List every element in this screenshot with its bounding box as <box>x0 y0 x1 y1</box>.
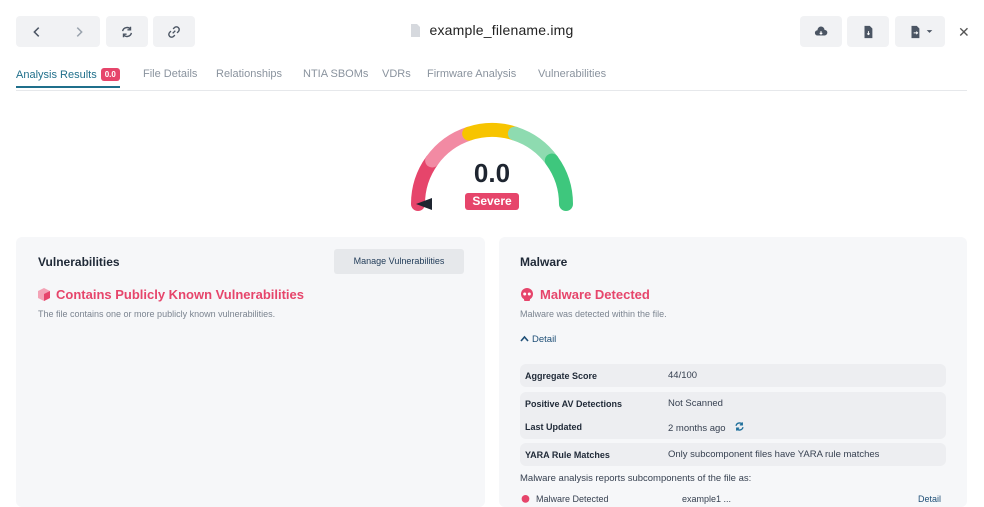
caret-down-icon <box>926 30 932 33</box>
manage-vulnerabilities-button[interactable]: Manage Vulnerabilities <box>334 249 464 274</box>
vulnerabilities-alert-title: Contains Publicly Known Vulnerabilities <box>56 287 304 302</box>
close-icon[interactable]: ✕ <box>958 24 970 41</box>
severity-label: Severe <box>465 193 519 210</box>
tab-vdrs[interactable]: VDRs <box>382 68 411 80</box>
cloud-download-icon <box>814 26 828 35</box>
refresh-icon[interactable] <box>734 421 745 432</box>
more-options-dropdown[interactable] <box>895 16 945 47</box>
last-updated-value: 2 months ago <box>668 421 745 434</box>
cube-icon <box>38 288 50 301</box>
malware-alert-title: Malware Detected <box>540 287 650 302</box>
detail-label: Detail <box>532 334 557 345</box>
file-export-icon <box>911 25 919 38</box>
file-icon <box>411 23 421 37</box>
malware-alert: Malware Detected <box>520 287 650 302</box>
tab-relationships[interactable]: Relationships <box>216 68 282 80</box>
aggregate-score-label: Aggregate Score <box>525 371 598 381</box>
tab-firmware-analysis[interactable]: Firmware Analysis <box>427 68 516 80</box>
vulnerabilities-card <box>16 237 485 507</box>
file-name: example_filename.img <box>429 22 574 38</box>
score-badge: 0.0 <box>100 68 120 81</box>
av-detections-label: Positive AV Detections <box>525 399 623 409</box>
last-updated-text: 2 months ago <box>668 423 726 434</box>
subcomponent-detail-link[interactable]: Detail <box>918 494 941 504</box>
tab-ntia-sboms[interactable]: NTIA SBOMs <box>303 68 368 80</box>
subcomponent-row: Malware Detected example1 ... Detail <box>520 493 946 504</box>
vulnerabilities-alert-desc: The file contains one or more publicly k… <box>38 309 276 319</box>
gauge-score: 0.0 <box>473 158 511 188</box>
cloud-download-button[interactable] <box>800 16 842 47</box>
av-detections-value: Not Scanned <box>668 398 723 409</box>
subcomponents-note: Malware analysis reports subcomponents o… <box>520 473 752 484</box>
file-download-icon <box>864 25 873 38</box>
subcomponent-status: Malware Detected <box>536 494 609 504</box>
vulnerabilities-title: Vulnerabilities <box>38 255 120 269</box>
yara-matches-row: YARA Rule Matches Only subcomponent file… <box>520 443 946 466</box>
malware-alert-desc: Malware was detected within the file. <box>520 309 667 319</box>
aggregate-score-value: 44/100 <box>668 370 698 381</box>
vulnerabilities-alert: Contains Publicly Known Vulnerabilities <box>38 287 304 302</box>
chevron-up-icon <box>520 335 529 342</box>
yara-matches-label: YARA Rule Matches <box>525 450 610 460</box>
yara-matches-value: Only subcomponent files have YARA rule m… <box>668 449 880 460</box>
subcomponent-file[interactable]: example1 ... <box>682 494 731 504</box>
tab-label: Analysis Results <box>16 69 97 81</box>
av-detections-row: Positive AV Detections Not Scanned Last … <box>520 392 946 439</box>
detail-toggle[interactable]: Detail <box>520 334 556 345</box>
tab-analysis-results[interactable]: Analysis Results 0.0 <box>16 68 120 88</box>
tab-vulnerabilities[interactable]: Vulnerabilities <box>538 68 606 80</box>
aggregate-score-row: Aggregate Score 44/100 <box>520 364 946 387</box>
tab-file-details[interactable]: File Details <box>143 68 197 80</box>
export-report-button[interactable] <box>847 16 889 47</box>
tab-bar: Analysis Results 0.0 File Details Relatio… <box>16 68 967 91</box>
last-updated-label: Last Updated <box>525 422 583 432</box>
malware-title: Malware <box>520 255 568 269</box>
skull-icon <box>521 287 533 301</box>
